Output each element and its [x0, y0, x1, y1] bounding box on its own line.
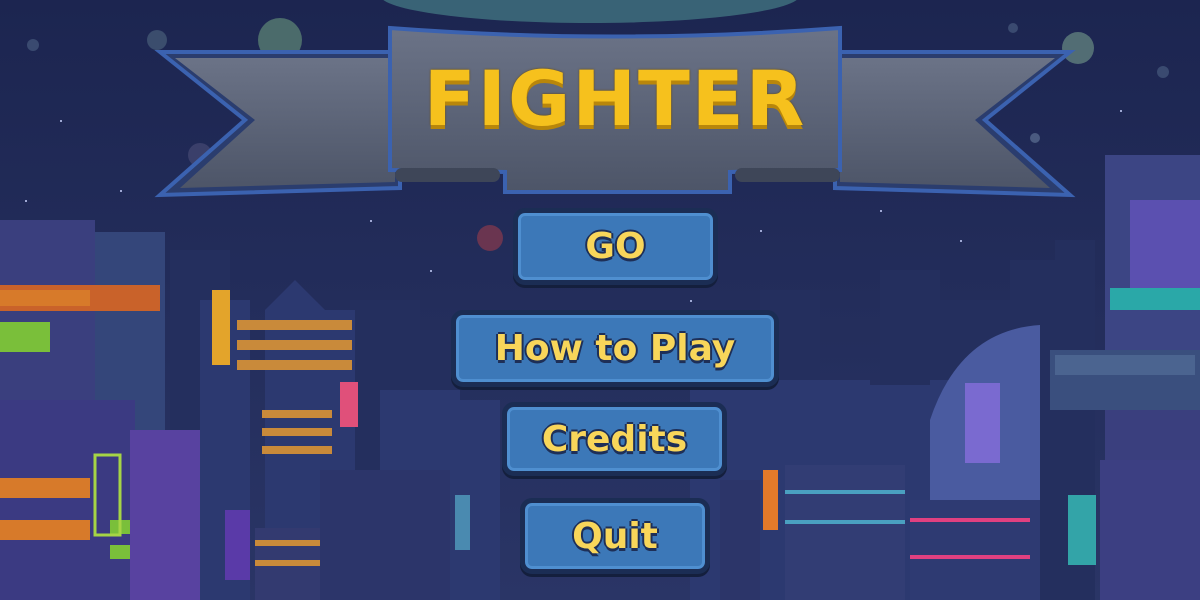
- quit-button[interactable]: Quit: [520, 498, 710, 574]
- quit-button-label: Quit: [572, 515, 658, 557]
- game-title: FIGHTER: [423, 53, 807, 143]
- credits-button[interactable]: Credits: [502, 402, 727, 476]
- main-menu-screen: FIGHTER GO How to Play Credits Quit: [0, 0, 1200, 600]
- how-to-play-button[interactable]: How to Play: [451, 310, 779, 387]
- go-button[interactable]: GO: [513, 208, 718, 285]
- go-button-label: GO: [585, 226, 646, 267]
- how-to-play-button-label: How to Play: [494, 328, 736, 369]
- credits-button-label: Credits: [541, 418, 688, 460]
